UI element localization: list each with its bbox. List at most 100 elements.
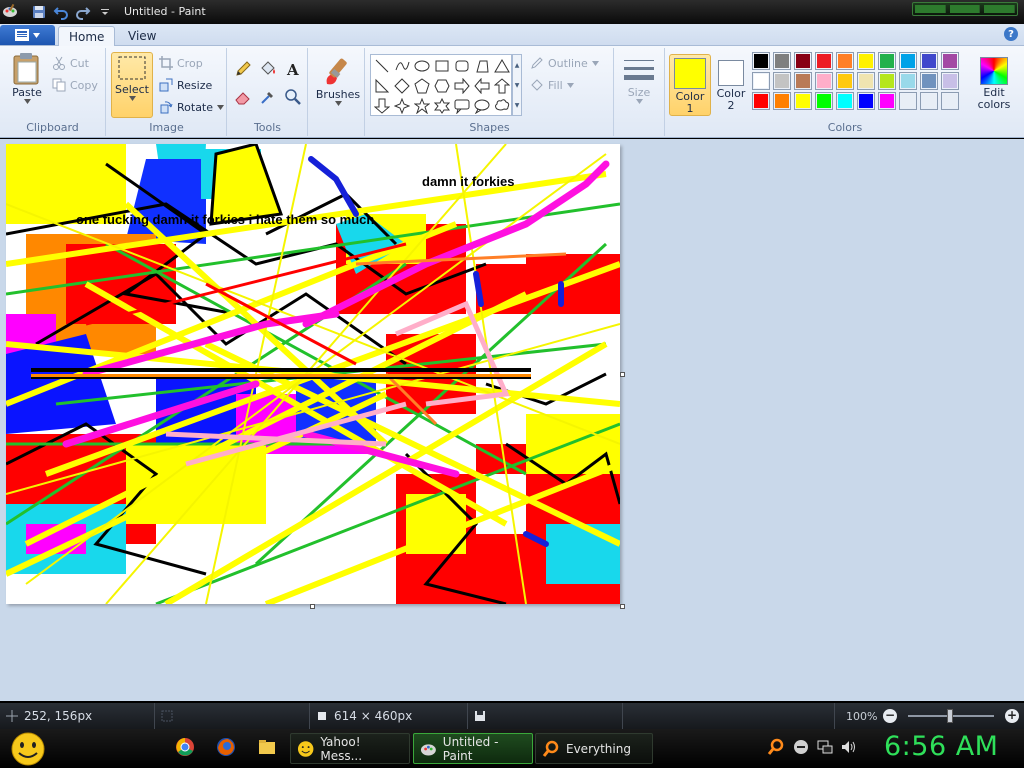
- palette-swatch[interactable]: [836, 52, 854, 70]
- magnifier-icon[interactable]: [282, 86, 304, 108]
- palette-swatch[interactable]: [815, 92, 833, 110]
- edit-colors-button[interactable]: Edit colors: [972, 54, 1016, 116]
- palette-swatch[interactable]: [857, 92, 875, 110]
- fill-button[interactable]: Fill: [530, 78, 574, 92]
- palette-swatch[interactable]: [878, 52, 896, 70]
- scroll-down-icon[interactable]: ▼: [515, 82, 520, 89]
- volume-icon[interactable]: [840, 738, 858, 756]
- outline-button[interactable]: Outline: [530, 56, 599, 70]
- chrome-icon[interactable]: [175, 737, 195, 757]
- oval-callout-shape-icon[interactable]: [472, 96, 492, 116]
- palette-swatch[interactable]: [794, 72, 812, 90]
- text-icon[interactable]: A: [282, 58, 304, 80]
- up-arrow-shape-icon[interactable]: [492, 76, 512, 96]
- palette-swatch[interactable]: [857, 52, 875, 70]
- save-icon[interactable]: [30, 3, 48, 21]
- palette-swatch[interactable]: [920, 52, 938, 70]
- brushes-button[interactable]: Brushes: [315, 54, 361, 106]
- palette-swatch[interactable]: [752, 92, 770, 110]
- help-icon[interactable]: ?: [1004, 27, 1018, 41]
- firefox-icon[interactable]: [216, 737, 236, 757]
- rounded-rectangle-shape-icon[interactable]: [452, 56, 472, 76]
- palette-swatch[interactable]: [752, 52, 770, 70]
- palette-swatch[interactable]: [941, 52, 959, 70]
- palette-swatch[interactable]: [857, 72, 875, 90]
- palette-swatch[interactable]: [773, 92, 791, 110]
- tray-minus-icon[interactable]: [792, 738, 810, 756]
- diamond-shape-icon[interactable]: [392, 76, 412, 96]
- palette-swatch[interactable]: [899, 92, 917, 110]
- palette-swatch[interactable]: [815, 52, 833, 70]
- zoom-in-button[interactable]: +: [1005, 709, 1019, 723]
- canvas-resize-handle-bottom[interactable]: [310, 604, 315, 609]
- undo-icon[interactable]: [52, 3, 70, 21]
- zoom-out-button[interactable]: −: [883, 709, 897, 723]
- shapes-scrollbar[interactable]: ▲ ▼ ▼: [512, 54, 522, 116]
- start-orb-smiley-icon[interactable]: [8, 731, 48, 767]
- palette-swatch[interactable]: [899, 72, 917, 90]
- resize-button[interactable]: Resize: [159, 78, 212, 92]
- canvas-workspace[interactable]: damn it forkies one fucking damn it fork…: [0, 139, 1024, 701]
- task-everything[interactable]: Everything: [535, 733, 653, 764]
- tab-view[interactable]: View: [118, 26, 166, 46]
- rotate-button[interactable]: Rotate: [159, 100, 225, 114]
- palette-swatch[interactable]: [773, 72, 791, 90]
- canvas-resize-handle-corner[interactable]: [620, 604, 625, 609]
- network-icon[interactable]: [816, 738, 834, 756]
- window-controls[interactable]: [912, 2, 1018, 16]
- curve-shape-icon[interactable]: [392, 56, 412, 76]
- copy-button[interactable]: Copy: [52, 78, 98, 92]
- eraser-icon[interactable]: [232, 86, 254, 108]
- redo-icon[interactable]: [74, 3, 92, 21]
- cut-button[interactable]: Cut: [52, 56, 89, 70]
- palette-swatch[interactable]: [899, 52, 917, 70]
- color2-button[interactable]: Color 2: [710, 54, 752, 116]
- scroll-up-icon[interactable]: ▲: [515, 62, 520, 69]
- task-yahoo-messenger[interactable]: Yahoo! Mess...: [290, 733, 410, 764]
- oval-shape-icon[interactable]: [412, 56, 432, 76]
- tab-home[interactable]: Home: [58, 26, 116, 47]
- down-arrow-shape-icon[interactable]: [372, 96, 392, 116]
- size-button[interactable]: Size: [619, 56, 659, 104]
- pentagon-shape-icon[interactable]: [412, 76, 432, 96]
- paint-app-icon[interactable]: [2, 3, 18, 19]
- drawing-canvas[interactable]: damn it forkies one fucking damn it fork…: [6, 144, 620, 604]
- minimize-button[interactable]: [915, 5, 946, 13]
- palette-swatch[interactable]: [815, 72, 833, 90]
- right-triangle-shape-icon[interactable]: [372, 76, 392, 96]
- polygon-shape-icon[interactable]: [472, 56, 492, 76]
- six-point-star-shape-icon[interactable]: [432, 96, 452, 116]
- close-button[interactable]: [984, 5, 1016, 13]
- palette-swatch[interactable]: [941, 92, 959, 110]
- cloud-callout-shape-icon[interactable]: [492, 96, 512, 116]
- tray-search-icon[interactable]: [767, 738, 785, 756]
- color-picker-icon[interactable]: [257, 86, 279, 108]
- fill-bucket-icon[interactable]: [257, 58, 279, 80]
- pencil-icon[interactable]: [232, 58, 254, 80]
- clock[interactable]: 6:56 AM: [884, 731, 998, 762]
- paste-button[interactable]: Paste: [8, 52, 46, 104]
- maximize-button[interactable]: [949, 5, 981, 13]
- palette-swatch[interactable]: [773, 52, 791, 70]
- right-arrow-shape-icon[interactable]: [452, 76, 472, 96]
- palette-swatch[interactable]: [752, 72, 770, 90]
- line-shape-icon[interactable]: [372, 56, 392, 76]
- customize-qat-icon[interactable]: [96, 3, 114, 21]
- palette-swatch[interactable]: [920, 92, 938, 110]
- palette-swatch[interactable]: [941, 72, 959, 90]
- five-point-star-shape-icon[interactable]: [412, 96, 432, 116]
- palette-swatch[interactable]: [920, 72, 938, 90]
- palette-swatch[interactable]: [794, 52, 812, 70]
- left-arrow-shape-icon[interactable]: [472, 76, 492, 96]
- select-button[interactable]: Select: [111, 52, 153, 118]
- palette-swatch[interactable]: [836, 92, 854, 110]
- color1-button[interactable]: Color 1: [669, 54, 711, 116]
- canvas-resize-handle-right[interactable]: [620, 372, 625, 377]
- crop-button[interactable]: Crop: [159, 56, 203, 70]
- task-paint[interactable]: Untitled - Paint: [413, 733, 533, 764]
- zoom-slider-thumb[interactable]: [947, 709, 953, 723]
- palette-swatch[interactable]: [836, 72, 854, 90]
- folder-icon[interactable]: [257, 737, 277, 757]
- palette-swatch[interactable]: [878, 92, 896, 110]
- hexagon-shape-icon[interactable]: [432, 76, 452, 96]
